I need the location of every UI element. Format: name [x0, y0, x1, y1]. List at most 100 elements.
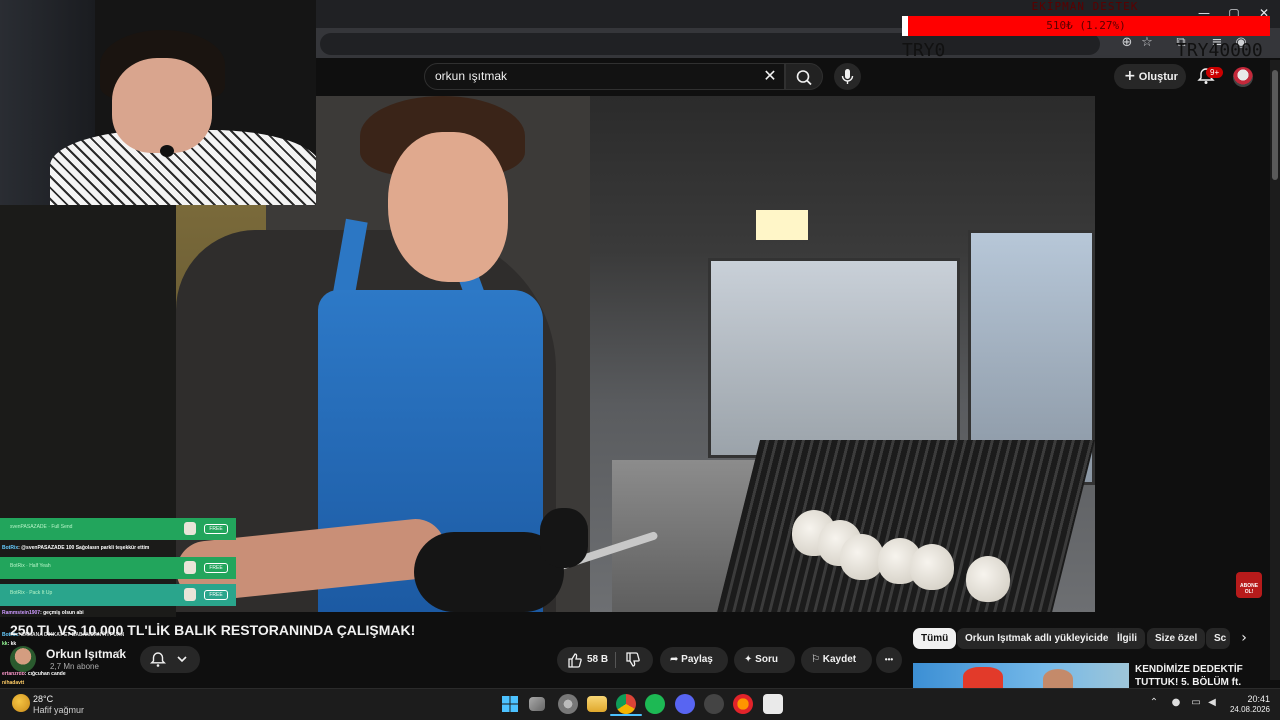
sidebar-panel — [1095, 96, 1270, 612]
channel-avatar[interactable] — [10, 646, 36, 672]
notification-badge: 9+ — [1206, 67, 1224, 78]
like-divider — [615, 652, 616, 668]
scrollbar-thumb[interactable] — [1272, 70, 1278, 180]
chip-related[interactable]: İlgili — [1109, 628, 1145, 649]
subscriber-count: 2,7 Mn abone — [50, 662, 99, 671]
donation-title: EKİPMAN DESTEK — [1031, 0, 1139, 13]
video-frame-fish — [966, 556, 1010, 602]
app-icon[interactable] — [704, 694, 724, 714]
chat-banner-text: BotRix · Half Yeah — [10, 563, 51, 569]
chat-message: nihadavtt — [2, 680, 25, 686]
search-icon — [796, 70, 812, 86]
search-input[interactable] — [435, 69, 755, 83]
chip-partial[interactable]: Sc — [1206, 628, 1230, 649]
chrome-icon[interactable] — [616, 694, 636, 714]
network-icon[interactable]: ▭ — [1190, 697, 1202, 709]
chat-reward-banner: svenPASAZADE · Full Send FREE — [0, 518, 236, 540]
account-avatar[interactable] — [1233, 67, 1253, 87]
subscription-notifications-button[interactable] — [140, 646, 200, 673]
active-app-indicator — [610, 714, 642, 716]
file-explorer-icon[interactable] — [587, 696, 607, 712]
chat-message: kk: kk — [2, 641, 17, 647]
stream-left-panel — [0, 205, 176, 617]
chat-banner-text: BotRix · Pack It Up — [10, 590, 53, 596]
headset-mic-icon — [160, 145, 174, 157]
thumbnail-hat — [963, 667, 1003, 688]
chat-reward-banner: BotRix · Half Yeah FREE — [0, 557, 236, 579]
chevron-right-icon[interactable]: › — [1236, 630, 1252, 648]
video-frame-lamp — [756, 210, 808, 240]
recommended-title[interactable]: KENDİMİZE DEDEKTİF TUTTUK! 5. BÖLÜM ft. — [1135, 663, 1270, 689]
verified-icon: ✔ — [115, 648, 122, 657]
ask-label: Soru — [755, 654, 778, 665]
like-button[interactable] — [567, 647, 583, 684]
emote-icon — [184, 588, 196, 601]
chat-banner-pill: FREE — [204, 563, 228, 573]
thumbnail-person — [1043, 669, 1073, 688]
obs-icon[interactable] — [763, 694, 783, 714]
weather-description[interactable]: Hafif yağmur — [33, 705, 84, 715]
spotify-icon[interactable] — [645, 694, 665, 714]
bell-icon — [150, 652, 187, 667]
share-label: Paylaş — [681, 654, 713, 665]
install-app-icon[interactable]: ⊕ — [1118, 34, 1136, 52]
chip-from-uploader[interactable]: Orkun Işıtmak adlı yükleyiciden — [957, 628, 1123, 649]
chat-banner-pill: FREE — [204, 524, 228, 534]
clock-date[interactable]: 24.08.2026 — [1222, 705, 1270, 714]
video-frame-face — [388, 132, 508, 282]
save-button[interactable]: ⚐ Kaydet — [801, 647, 872, 673]
more-actions-button[interactable]: ••• — [876, 647, 902, 673]
volume-icon[interactable]: ◀ — [1206, 697, 1218, 709]
clock-time[interactable]: 20:41 — [1240, 694, 1270, 704]
weather-icon[interactable] — [12, 694, 30, 712]
share-icon: ➦ — [670, 654, 679, 665]
donation-min-label: TRY0 — [902, 40, 946, 61]
thumbs-up-icon — [568, 653, 582, 668]
like-dislike-group: 58 B — [557, 647, 653, 673]
chat-banner-text: svenPASAZADE · Full Send — [10, 524, 73, 530]
subscribe-sticker: ABONE OL! — [1236, 572, 1262, 598]
firefox-icon[interactable] — [733, 694, 753, 714]
share-button[interactable]: ➦ Paylaş — [660, 647, 728, 673]
donation-progress-text: 510₺ (1.27%) — [1046, 19, 1126, 32]
save-label: Kaydet — [822, 654, 857, 665]
chip-for-you[interactable]: Size özel — [1147, 628, 1206, 649]
chat-reward-banner: BotRix · Pack It Up FREE — [0, 584, 236, 606]
chat-banner-pill: FREE — [204, 590, 228, 600]
microphone-icon — [841, 69, 854, 84]
chat-message: Rammstein1907: geçmiş olsun abi — [2, 610, 84, 616]
video-frame-window — [708, 258, 960, 458]
bookmark-star-icon[interactable]: ☆ — [1138, 34, 1156, 52]
settings-icon[interactable] — [558, 694, 578, 714]
bookmark-icon: ⚐ — [811, 654, 820, 665]
chat-message: ertanzrdb: cığcuhan cande — [2, 671, 66, 677]
search-button[interactable] — [785, 63, 823, 90]
show-hidden-icons[interactable]: ⌃ — [1148, 697, 1160, 709]
start-icon[interactable] — [500, 694, 520, 714]
ask-button[interactable]: ✦ Soru — [734, 647, 795, 673]
chat-message: BotRix: @svenPASAZADE 100 Sağolasın park… — [2, 545, 150, 551]
address-bar[interactable] — [320, 33, 1100, 55]
chip-all[interactable]: Tümü — [913, 628, 957, 649]
create-label: Oluştur — [1138, 71, 1178, 83]
microphone-tray-icon[interactable]: ● — [1170, 697, 1182, 709]
clear-search-icon[interactable]: ✕ — [760, 66, 780, 86]
voice-search-button[interactable] — [834, 63, 861, 90]
donation-max-label: TRY40000 — [1176, 40, 1263, 61]
video-title: 250 TL VS 10.000 TL'LİK BALIK RESTORANIN… — [10, 622, 416, 638]
weather-temperature[interactable]: 28°C — [33, 694, 53, 704]
webcam-overlay — [0, 0, 316, 205]
plus-icon: + — [1124, 68, 1136, 84]
discord-icon[interactable] — [675, 694, 695, 714]
task-view-icon[interactable] — [529, 697, 545, 711]
video-frame-grill — [717, 440, 1095, 612]
recommended-thumbnail[interactable] — [913, 663, 1129, 688]
dislike-button[interactable] — [625, 647, 641, 684]
thumbs-down-icon — [626, 652, 640, 667]
video-frame-glove — [540, 508, 588, 568]
search-box[interactable] — [424, 63, 785, 90]
create-button[interactable]: + Oluştur — [1114, 64, 1186, 89]
emote-icon — [184, 522, 196, 535]
like-count: 58 B — [587, 654, 609, 665]
webcam-face — [112, 58, 212, 153]
